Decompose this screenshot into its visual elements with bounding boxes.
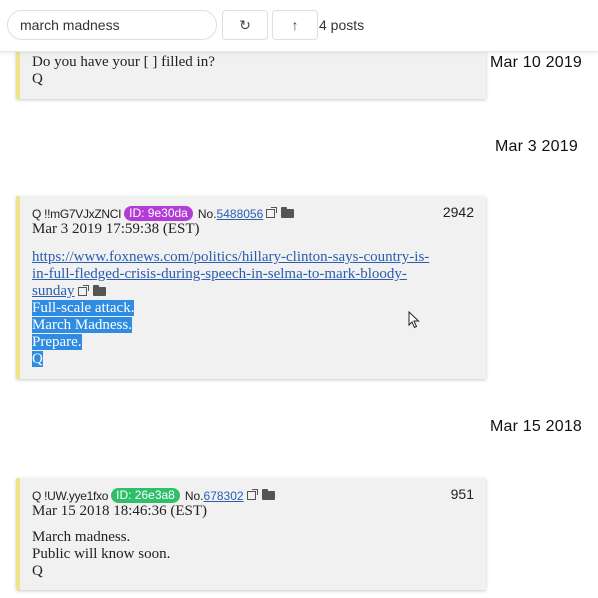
refresh-icon: ↻ <box>239 16 251 33</box>
post-text-line: Prepare. <box>32 334 82 350</box>
poster-id-badge: ID: 9e30da <box>124 206 193 221</box>
folder-icon[interactable] <box>92 285 106 296</box>
post-card: Q !!mG7VJxZNCI ID: 9e30da No. 5488056 29… <box>16 196 486 379</box>
post-count: 4 posts <box>319 17 365 33</box>
post-text-line: March Madness. <box>32 317 132 333</box>
post-author: Q !UW.yye1fxo <box>32 488 109 503</box>
poster-id-badge: ID: 26e3a8 <box>111 488 180 503</box>
external-link-icon[interactable] <box>266 207 278 218</box>
scroll-up-button[interactable]: ↑ <box>272 10 318 40</box>
post-meta: Q !!mG7VJxZNCI ID: 9e30da No. 5488056 <box>32 206 295 221</box>
post-text-line: March madness. <box>32 529 131 545</box>
post-card: Q !UW.yye1fxo ID: 26e3a8 No. 678302 951 … <box>16 478 486 590</box>
refresh-button[interactable]: ↻ <box>222 10 268 40</box>
mouse-cursor-icon <box>408 311 420 329</box>
post-no-prefix: No. <box>184 488 204 503</box>
search-input[interactable]: march madness <box>7 10 217 40</box>
post-index: 951 <box>450 486 474 502</box>
post-number-link[interactable]: 678302 <box>204 489 244 503</box>
date-heading: Mar 10 2019 <box>490 54 583 71</box>
post-text-line: Do you have your [ ] filled in? <box>32 54 215 70</box>
post-text-line: Full-scale attack. <box>32 300 135 316</box>
post-no-prefix: No. <box>197 206 217 221</box>
external-link-icon[interactable] <box>77 285 89 296</box>
post-number-link[interactable]: 5488056 <box>217 207 264 221</box>
article-link[interactable]: https://www.foxnews.com/politics/hillary… <box>32 249 429 265</box>
post-text-line: Public will know soon. <box>32 546 171 562</box>
post-author: Q !!mG7VJxZNCI <box>32 206 122 221</box>
post-text-line: Q <box>32 71 43 87</box>
post-card: Do you have your [ ] filled in? Q <box>16 50 486 99</box>
post-timestamp: Mar 3 2019 17:59:38 (EST) <box>32 221 200 237</box>
arrow-up-icon: ↑ <box>291 17 299 33</box>
post-meta: Q !UW.yye1fxo ID: 26e3a8 No. 678302 <box>32 488 275 503</box>
folder-icon[interactable] <box>281 207 295 218</box>
folder-icon[interactable] <box>261 489 275 500</box>
external-link-icon[interactable] <box>246 489 258 500</box>
top-bar: march madness ↻ ↑ 4 posts <box>0 0 598 52</box>
post-timestamp: Mar 15 2018 18:46:36 (EST) <box>32 503 207 519</box>
article-link[interactable]: sunday <box>32 283 75 300</box>
date-heading: Mar 15 2018 <box>490 418 583 435</box>
article-link[interactable]: in-full-fledged-crisis-during-speech-in-… <box>32 266 407 282</box>
date-heading: Mar 3 2019 <box>495 138 578 155</box>
post-text-line: Q <box>32 351 43 367</box>
post-text-line: Q <box>32 563 43 579</box>
post-index: 2942 <box>442 204 474 220</box>
